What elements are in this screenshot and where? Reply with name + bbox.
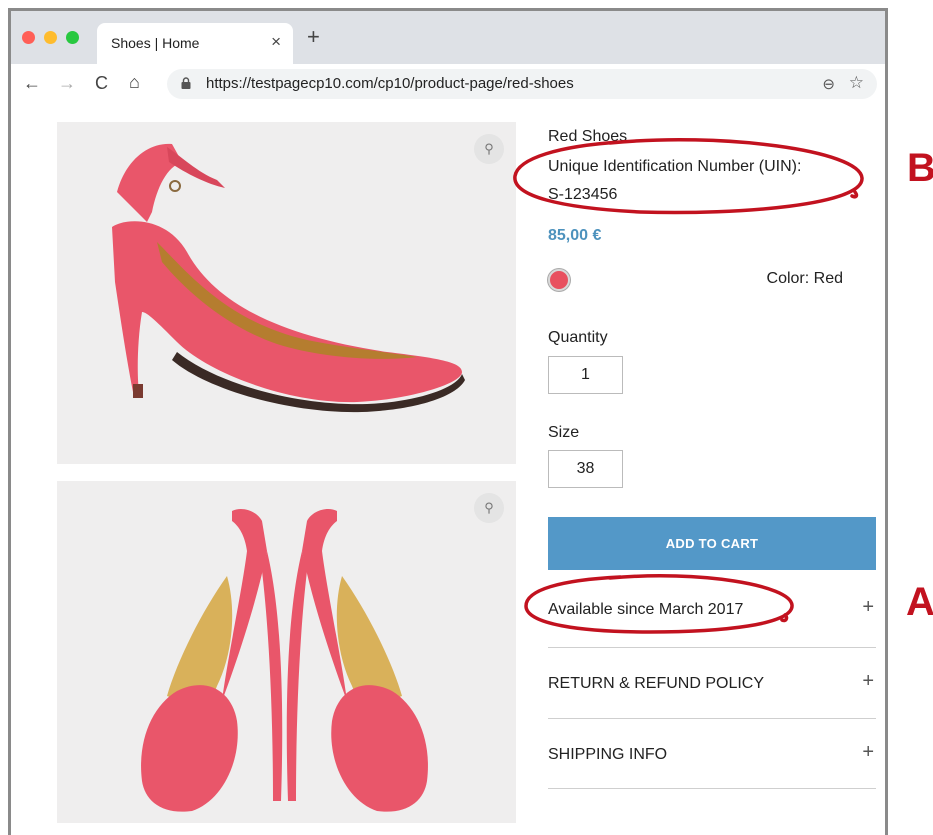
- address-bar[interactable]: https://testpagecp10.com/cp10/product-pa…: [167, 69, 877, 99]
- quantity-label: Quantity: [548, 329, 608, 346]
- back-arrow-icon[interactable]: ←: [23, 73, 41, 93]
- expand-plus-icon[interactable]: +: [862, 670, 874, 693]
- zoom-icon[interactable]: ⊖: [822, 75, 835, 93]
- expand-plus-icon[interactable]: +: [862, 741, 874, 764]
- tab-bar: Shoes | Home × +: [11, 11, 885, 64]
- image-zoom-icon[interactable]: ⚲: [474, 493, 504, 523]
- accordion-label: SHIPPING INFO: [548, 746, 668, 763]
- reload-icon[interactable]: C: [95, 73, 108, 93]
- close-window-button[interactable]: [22, 31, 35, 44]
- color-label: Color: Red: [766, 270, 843, 287]
- tab-title: Shoes | Home: [111, 35, 200, 51]
- minimize-window-button[interactable]: [44, 31, 57, 44]
- uin-label: Unique Identification Number (UIN):: [548, 158, 802, 175]
- product-name: Red Shoes: [548, 128, 628, 145]
- browser-toolbar: ← → C ⌂ https://testpagecp10.com/cp10/pr…: [11, 64, 885, 104]
- product-image-side[interactable]: ⚲: [57, 122, 516, 464]
- new-tab-icon[interactable]: +: [307, 24, 320, 50]
- accordion-label: Available since March 2017: [548, 601, 744, 618]
- product-price: 85,00 €: [548, 227, 602, 244]
- annotation-letter-b: B: [907, 146, 933, 190]
- uin-value: S-123456: [548, 186, 618, 203]
- size-select[interactable]: 38: [548, 450, 623, 488]
- maximize-window-button[interactable]: [66, 31, 79, 44]
- forward-arrow-icon[interactable]: →: [58, 73, 76, 93]
- expand-plus-icon[interactable]: +: [862, 596, 874, 619]
- active-tab[interactable]: Shoes | Home ×: [97, 23, 293, 64]
- product-image-front[interactable]: ⚲: [57, 481, 516, 823]
- accordion-availability[interactable]: Available since March 2017 +: [548, 574, 876, 645]
- red-shoes-front-image: [141, 509, 428, 812]
- lock-icon: [181, 77, 191, 89]
- size-label: Size: [548, 424, 580, 441]
- browser-window: Shoes | Home × + ← → C ⌂ https://testpag…: [8, 8, 888, 835]
- accordion-label: RETURN & REFUND POLICY: [548, 675, 765, 692]
- color-swatch-red[interactable]: [548, 269, 570, 291]
- bookmark-star-icon[interactable]: ☆: [849, 73, 864, 93]
- home-icon[interactable]: ⌂: [129, 72, 140, 92]
- image-zoom-icon[interactable]: ⚲: [474, 134, 504, 164]
- accordion-return-policy[interactable]: RETURN & REFUND POLICY +: [548, 647, 876, 718]
- add-to-cart-button[interactable]: ADD TO CART: [548, 517, 876, 570]
- accordion-shipping-info[interactable]: SHIPPING INFO +: [548, 718, 876, 789]
- red-shoe-side-image: [112, 143, 465, 413]
- annotation-letter-a: A: [906, 580, 933, 624]
- tab-close-icon[interactable]: ×: [271, 32, 281, 52]
- quantity-input[interactable]: 1: [548, 356, 623, 394]
- url-text[interactable]: https://testpagecp10.com/cp10/product-pa…: [206, 75, 574, 92]
